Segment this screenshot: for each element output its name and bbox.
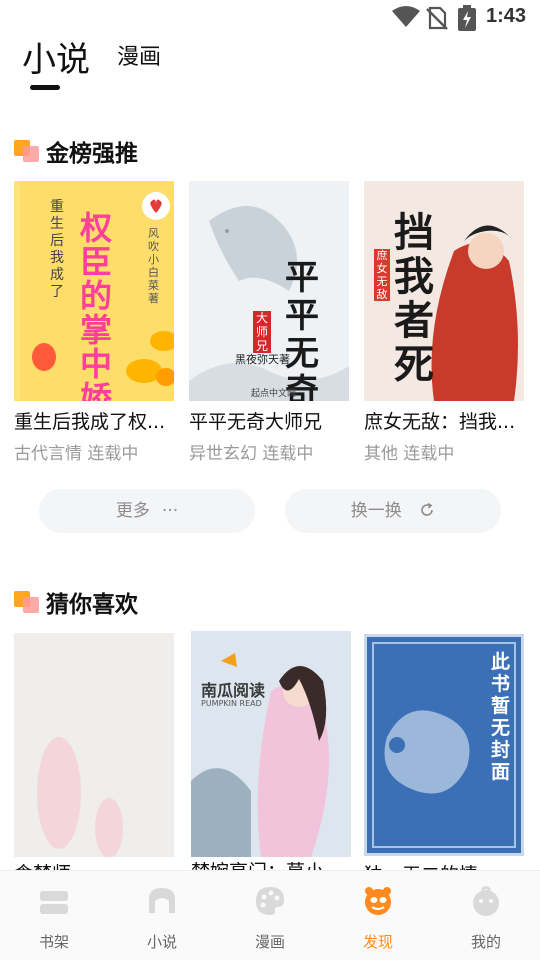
cover-illustration — [189, 181, 349, 401]
book-card[interactable]: 此书暂无封面 独一无二的情... — [364, 634, 524, 886]
book-status: 连载中 — [403, 444, 455, 464]
tab-novel[interactable]: 小说 — [22, 32, 90, 81]
refresh-button-label: 换一换 — [350, 501, 402, 521]
book-cover[interactable]: 南瓜阅读 PUMPKIN READ — [191, 631, 351, 857]
book-cover[interactable] — [14, 633, 174, 857]
nav-label: 我的 — [470, 933, 501, 951]
book-meta: 古代言情 连载中 — [14, 439, 138, 464]
cover-title-text: 权臣的掌中娇 — [80, 209, 113, 401]
cover-title-text: 此书暂无封面 — [491, 651, 511, 783]
book-meta: 异世玄幻 连载中 — [189, 439, 313, 464]
book-title[interactable]: 重生后我成了权... — [14, 407, 178, 434]
cover-illustration — [14, 633, 174, 857]
nav-comic[interactable]: 漫画 — [216, 871, 324, 960]
book-category: 古代言情 — [14, 444, 82, 464]
book-card[interactable]: 平平无奇 大师兄 黑夜弥天著 起点中文网 平平无奇大师兄 异世玄幻 连载中 — [189, 181, 349, 466]
refresh-icon — [421, 502, 434, 516]
cover-subtitle-text: PUMPKIN READ — [201, 699, 262, 708]
section-mark-icon — [14, 591, 42, 617]
cover-title-text: 挡我者死 — [394, 210, 434, 388]
book-meta: 其他 连载中 — [364, 439, 454, 464]
book-category: 其他 — [364, 444, 398, 464]
section-title: 猜你喜欢 — [46, 592, 138, 618]
novel-icon — [149, 888, 175, 913]
section-title: 金榜强推 — [46, 141, 138, 167]
cover-publisher-text: 起点中文网 — [251, 389, 297, 399]
profile-icon — [473, 886, 499, 916]
nav-label: 发现 — [362, 933, 393, 951]
cover-title-text: 南瓜阅读 — [201, 681, 266, 700]
more-button-label: 更多 — [115, 501, 150, 521]
book-card[interactable]: 食梦师 — [14, 633, 174, 885]
cover-author-text: 黑夜弥天著 — [235, 353, 290, 366]
cover-subtitle-text: 庶女无敌 — [374, 249, 390, 301]
book-cover[interactable]: 平平无奇 大师兄 黑夜弥天著 起点中文网 — [189, 181, 349, 401]
cover-title-text: 平平无奇 — [285, 258, 319, 401]
section-mark-icon — [14, 140, 42, 166]
palette-icon — [256, 887, 284, 915]
book-card[interactable]: 权臣的掌中娇 重生后我成了 风吹小白菜 著 重生后我成了权... 古代言情 连载… — [14, 181, 174, 466]
book-cover[interactable]: 此书暂无封面 — [364, 634, 524, 856]
tab-comic[interactable]: 漫画 — [117, 39, 161, 71]
discover-icon — [365, 887, 391, 915]
status-bar: 1:43 — [0, 0, 540, 36]
book-status: 连载中 — [87, 444, 139, 464]
book-category: 异世玄幻 — [189, 444, 257, 464]
refresh-button[interactable]: 换一换 — [285, 489, 501, 533]
book-card[interactable]: 挡我者死 庶女无敌 庶女无敌：挡我... 其他 连载中 — [364, 181, 524, 466]
no-sim-icon — [426, 6, 448, 30]
nav-profile[interactable]: 我的 — [432, 871, 540, 960]
bookshelf-icon — [40, 891, 68, 914]
cover-illustration — [191, 631, 351, 857]
book-cover[interactable]: 权臣的掌中娇 重生后我成了 风吹小白菜 著 — [14, 181, 174, 401]
book-status: 连载中 — [262, 444, 314, 464]
nav-label: 小说 — [146, 933, 177, 951]
book-title[interactable]: 平平无奇大师兄 — [189, 407, 353, 434]
clock: 1:43 — [486, 5, 527, 27]
cover-author-text: 风吹小白菜 著 — [148, 227, 159, 305]
cover-subtitle-text: 大师兄 — [253, 311, 271, 353]
nav-discover[interactable]: 发现 — [324, 871, 432, 960]
nav-novel[interactable]: 小说 — [108, 871, 216, 960]
active-tab-indicator — [30, 85, 60, 90]
wifi-icon — [392, 6, 420, 27]
ellipsis-icon: ··· — [161, 501, 179, 521]
book-card[interactable]: 南瓜阅读 PUMPKIN READ 梦婉亭门：莫小... — [191, 631, 351, 883]
nav-label: 漫画 — [254, 933, 285, 951]
nav-label: 书架 — [38, 933, 69, 951]
nav-bookshelf[interactable]: 书架 — [0, 871, 108, 960]
bottom-navigation: 书架 小说 漫画 发现 我的 — [0, 870, 540, 960]
more-button[interactable]: 更多 ··· — [39, 489, 255, 533]
book-cover[interactable]: 挡我者死 庶女无敌 — [364, 181, 524, 401]
battery-charging-icon — [458, 5, 476, 31]
book-title[interactable]: 庶女无敌：挡我... — [364, 407, 524, 434]
cover-subtitle-text: 重生后我成了 — [50, 199, 64, 300]
